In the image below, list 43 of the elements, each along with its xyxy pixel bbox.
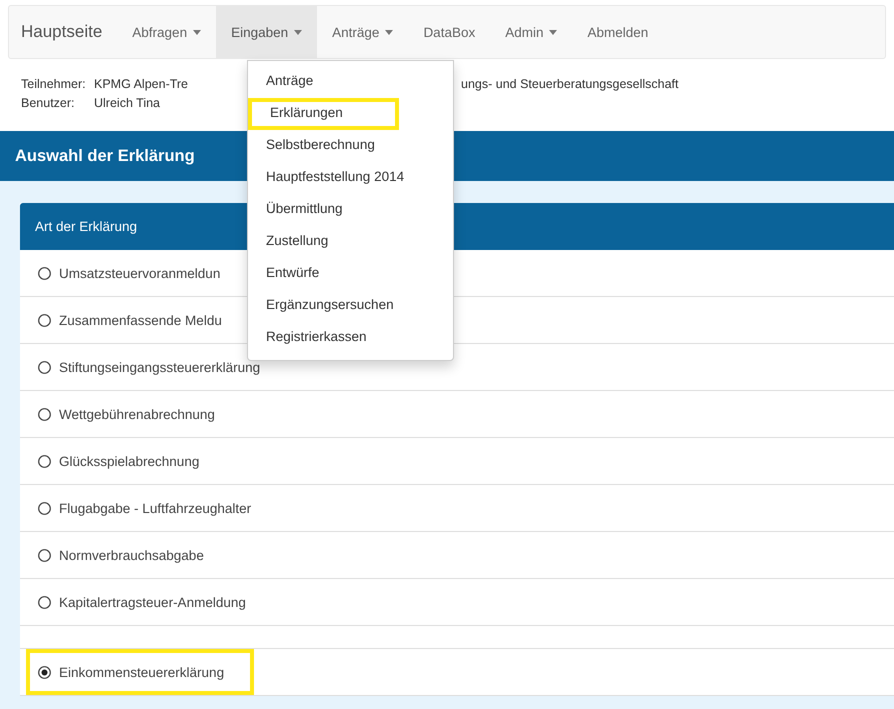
- radio-button[interactable]: [38, 266, 51, 280]
- caret-icon: [549, 30, 558, 34]
- field-value: ungs- und Steuerberatungsgesellschaft: [461, 76, 679, 93]
- nav-item[interactable]: Eingaben: [216, 6, 318, 58]
- caret-icon: [294, 30, 302, 34]
- nav-item[interactable]: Admin: [490, 6, 572, 58]
- menu-item[interactable]: Selbstberechnung: [248, 130, 453, 162]
- field-label: Teilnehmer:: [21, 76, 85, 93]
- radio-option[interactable]: Normverbrauchsabgabe: [26, 532, 216, 578]
- nav-item[interactable]: Abfragen: [117, 6, 216, 58]
- menu-item[interactable]: Zustellung: [248, 226, 453, 258]
- caret-icon: [385, 30, 394, 34]
- radio-button[interactable]: [38, 314, 51, 326]
- menu-item[interactable]: Entwürfe: [248, 258, 453, 290]
- radio-option[interactable]: Wettgebührenabrechnung: [26, 391, 227, 437]
- radio-option[interactable]: Umsatzsteuervoranmeldun: [26, 250, 232, 296]
- field-label: Benutzer:: [21, 95, 76, 112]
- menu-item[interactable]: Anträge: [248, 66, 453, 98]
- radio-button[interactable]: [38, 502, 51, 514]
- radio-option[interactable]: Flugabgabe - Luftfahrzeughalter: [26, 485, 264, 531]
- nav-item[interactable]: Abmelden: [572, 6, 664, 58]
- radio-button[interactable]: [38, 454, 51, 468]
- field-value: KPMG Alpen-Tre: [94, 76, 188, 93]
- radio-button[interactable]: [38, 408, 51, 420]
- radio-button[interactable]: [38, 360, 51, 374]
- menu-item[interactable]: Ergänzungsersuchen: [248, 290, 453, 322]
- menu-item[interactable]: Hauptfeststellung 2014: [248, 162, 453, 194]
- panel-title: Art der Erklärung: [35, 219, 138, 234]
- radio-button[interactable]: [38, 548, 51, 562]
- radio-option[interactable]: Einkommensteuererklärung: [26, 649, 254, 695]
- radio-button[interactable]: [38, 666, 51, 678]
- radio-option[interactable]: Glücksspielabrechnung: [26, 438, 212, 484]
- nav-item[interactable]: DataBox: [408, 6, 490, 58]
- menu-item[interactable]: Erklärungen: [248, 98, 399, 130]
- radio-option[interactable]: Zusammenfassende Meldu: [26, 297, 234, 343]
- nav-item[interactable]: Anträge: [317, 6, 408, 58]
- page-title: Auswahl der Erklärung: [15, 146, 195, 166]
- caret-icon: [193, 30, 202, 34]
- menu-item[interactable]: Übermittlung: [248, 194, 453, 226]
- radio-button[interactable]: [38, 596, 51, 608]
- brand-link[interactable]: Hauptseite: [9, 6, 118, 58]
- radio-option[interactable]: Kapitalertragsteuer-Anmeldung: [26, 579, 258, 625]
- field-value: Ulreich Tina: [94, 95, 160, 112]
